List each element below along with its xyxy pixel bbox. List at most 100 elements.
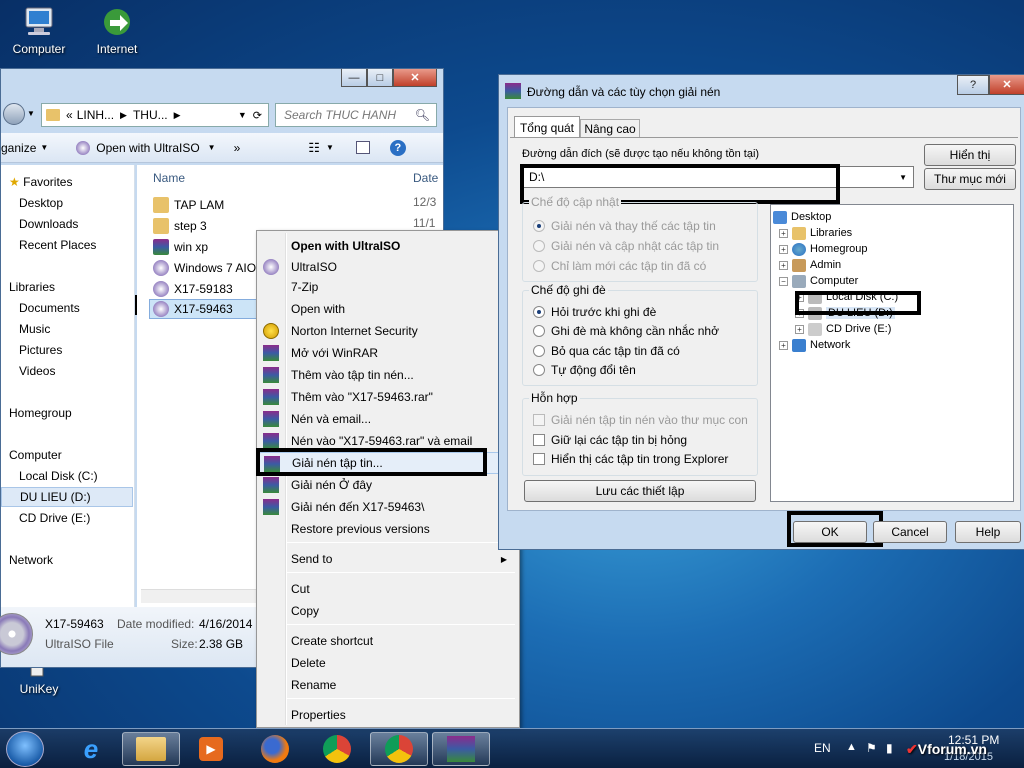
more-commands-button[interactable]: » bbox=[234, 141, 241, 155]
overwrite-option-ask[interactable]: Hỏi trước khi ghi đè bbox=[533, 303, 656, 321]
radio-button[interactable] bbox=[533, 306, 545, 318]
tree-item-libraries[interactable]: + Libraries bbox=[779, 225, 852, 241]
menu-item-create-shortcut[interactable]: Create shortcut bbox=[259, 630, 517, 652]
tab-advanced[interactable]: Nâng cao bbox=[580, 119, 640, 138]
chevron-right-icon[interactable]: ▶ bbox=[174, 110, 181, 121]
checkbox[interactable] bbox=[533, 434, 545, 446]
nav-favorites[interactable]: ★ Favorites bbox=[9, 175, 72, 189]
chevron-down-icon[interactable]: ▼ bbox=[27, 109, 35, 118]
nav-pictures[interactable]: Pictures bbox=[19, 343, 62, 357]
nav-downloads[interactable]: Downloads bbox=[19, 217, 78, 231]
menu-item-open-with[interactable]: Open with▶ bbox=[259, 298, 517, 320]
chevron-down-icon[interactable]: ▼ bbox=[899, 173, 907, 182]
menu-item-compress-email[interactable]: Nén và email... bbox=[259, 408, 517, 430]
open-with-ultraiso-button[interactable]: Open with UltraISO bbox=[96, 141, 199, 155]
expand-icon[interactable]: + bbox=[795, 324, 804, 334]
search-icon[interactable]: 🔍︎ bbox=[415, 108, 430, 122]
menu-item-open-with-ultraiso[interactable]: Open with UltraISO bbox=[259, 235, 517, 257]
cancel-button[interactable]: Cancel bbox=[873, 521, 947, 543]
chevron-down-icon[interactable]: ▼ bbox=[326, 143, 334, 152]
nav-homegroup[interactable]: Homegroup bbox=[9, 406, 72, 420]
chevron-down-icon[interactable]: ▼ bbox=[238, 110, 247, 120]
menu-item-send-to[interactable]: Send to ▶ bbox=[259, 548, 517, 570]
tree-item-admin[interactable]: + Admin bbox=[779, 257, 841, 273]
menu-item-delete[interactable]: Delete bbox=[259, 652, 517, 674]
list-item[interactable]: Windows 7 AIO bbox=[153, 258, 256, 278]
close-button[interactable]: ✕ bbox=[393, 69, 437, 87]
radio-button[interactable] bbox=[533, 220, 545, 232]
nav-network[interactable]: Network bbox=[9, 553, 53, 567]
breadcrumb-item[interactable]: LINH... bbox=[77, 108, 114, 122]
radio-button[interactable] bbox=[533, 345, 545, 357]
tree-item-homegroup[interactable]: + Homegroup bbox=[779, 241, 867, 257]
taskbar-winrar[interactable] bbox=[432, 732, 490, 766]
preview-pane-icon[interactable] bbox=[355, 141, 370, 154]
flag-icon[interactable]: ⚑ bbox=[866, 741, 877, 755]
taskbar-firefox[interactable] bbox=[246, 732, 304, 766]
list-item[interactable]: step 3 bbox=[153, 216, 207, 236]
refresh-icon[interactable]: ⟳ bbox=[253, 109, 262, 122]
radio-button[interactable] bbox=[533, 364, 545, 376]
chevron-down-icon[interactable]: ▼ bbox=[40, 143, 48, 152]
radio-button[interactable] bbox=[533, 260, 545, 272]
menu-item-add-archive[interactable]: Thêm vào tập tin nén... bbox=[259, 364, 517, 386]
update-option-update[interactable]: Giải nén và cập nhật các tập tin bbox=[533, 237, 719, 255]
show-button[interactable]: Hiển thị bbox=[924, 144, 1016, 166]
dialog-help-button[interactable]: ? bbox=[957, 75, 989, 95]
taskbar-chrome-2[interactable] bbox=[370, 732, 428, 766]
menu-item-copy[interactable]: Copy bbox=[259, 600, 517, 622]
expand-icon[interactable]: + bbox=[779, 244, 788, 254]
tray-expand-icon[interactable]: ▲ bbox=[846, 741, 857, 753]
column-header-name[interactable]: Name bbox=[153, 171, 185, 185]
back-button[interactable] bbox=[3, 103, 25, 125]
expand-icon[interactable]: + bbox=[779, 260, 788, 270]
start-button[interactable] bbox=[6, 731, 44, 767]
menu-item-ultraiso[interactable]: UltraISO▶ bbox=[259, 256, 517, 278]
view-options-icon[interactable]: ☷ bbox=[308, 140, 320, 156]
checkbox[interactable] bbox=[533, 414, 545, 426]
save-settings-button[interactable]: Lưu các thiết lập bbox=[524, 480, 756, 502]
update-option-replace[interactable]: Giải nén và thay thế các tập tin bbox=[533, 217, 716, 235]
organize-button[interactable]: ganize bbox=[1, 141, 36, 155]
list-item[interactable]: win xp bbox=[153, 237, 208, 257]
misc-option-keep-broken[interactable]: Giữ lại các tập tin bị hỏng bbox=[533, 431, 687, 449]
nav-libraries[interactable]: Libraries bbox=[9, 280, 55, 294]
taskbar-ie[interactable]: e bbox=[62, 732, 120, 766]
nav-du-lieu[interactable]: DU LIEU (D:) bbox=[1, 487, 133, 507]
nav-recent-places[interactable]: Recent Places bbox=[19, 238, 96, 252]
minimize-button[interactable]: — bbox=[341, 69, 367, 87]
nav-desktop[interactable]: Desktop bbox=[19, 196, 63, 210]
column-header-date[interactable]: Date bbox=[413, 171, 438, 185]
menu-item-properties[interactable]: Properties bbox=[259, 704, 517, 726]
taskbar-media-player[interactable]: ▶ bbox=[182, 732, 240, 766]
list-item[interactable]: X17-59183 bbox=[153, 279, 233, 299]
misc-option-show-explorer[interactable]: Hiển thị các tập tin trong Explorer bbox=[533, 450, 728, 468]
radio-button[interactable] bbox=[533, 325, 545, 337]
network-tray-icon[interactable]: ▮ bbox=[886, 741, 893, 755]
menu-item-extract-to-folder[interactable]: Giải nén đến X17-59463\ bbox=[259, 496, 517, 518]
overwrite-option-without-prompt[interactable]: Ghi đè mà không cần nhắc nhở bbox=[533, 322, 719, 340]
overwrite-option-rename[interactable]: Tự động đổi tên bbox=[533, 361, 636, 379]
address-bar[interactable]: « LINH... ▶ THU... ▶ ▼ ⟳ bbox=[41, 103, 269, 127]
collapse-icon[interactable]: − bbox=[779, 276, 788, 286]
nav-music[interactable]: Music bbox=[19, 322, 50, 336]
checkbox[interactable] bbox=[533, 453, 545, 465]
menu-item-rename[interactable]: Rename bbox=[259, 674, 517, 696]
menu-item-norton[interactable]: Norton Internet Security▶ bbox=[259, 320, 517, 342]
update-option-refresh[interactable]: Chỉ làm mới các tập tin đã có bbox=[533, 257, 706, 275]
desktop-icon-idm[interactable]: Internet Downlo... bbox=[82, 6, 152, 58]
list-item[interactable]: TAP LAM bbox=[153, 195, 224, 215]
desktop-icon-computer[interactable]: Computer bbox=[4, 6, 74, 56]
help-icon[interactable]: ? bbox=[389, 139, 406, 156]
menu-item-restore-versions[interactable]: Restore previous versions bbox=[259, 518, 517, 540]
misc-option-subfolder[interactable]: Giải nén tập tin nén vào thư mục con bbox=[533, 411, 748, 429]
tree-item-cd-drive[interactable]: + CD Drive (E:) bbox=[795, 321, 891, 337]
dialog-close-button[interactable]: ✕ bbox=[989, 75, 1024, 95]
maximize-button[interactable]: □ bbox=[367, 69, 393, 87]
nav-computer[interactable]: Computer bbox=[9, 448, 62, 462]
list-item-selected[interactable]: X17-59463 bbox=[149, 299, 259, 319]
tab-general[interactable]: Tổng quát bbox=[514, 116, 580, 138]
expand-icon[interactable]: + bbox=[779, 228, 788, 238]
tree-item-computer[interactable]: − Computer bbox=[779, 273, 858, 289]
nav-documents[interactable]: Documents bbox=[19, 301, 80, 315]
